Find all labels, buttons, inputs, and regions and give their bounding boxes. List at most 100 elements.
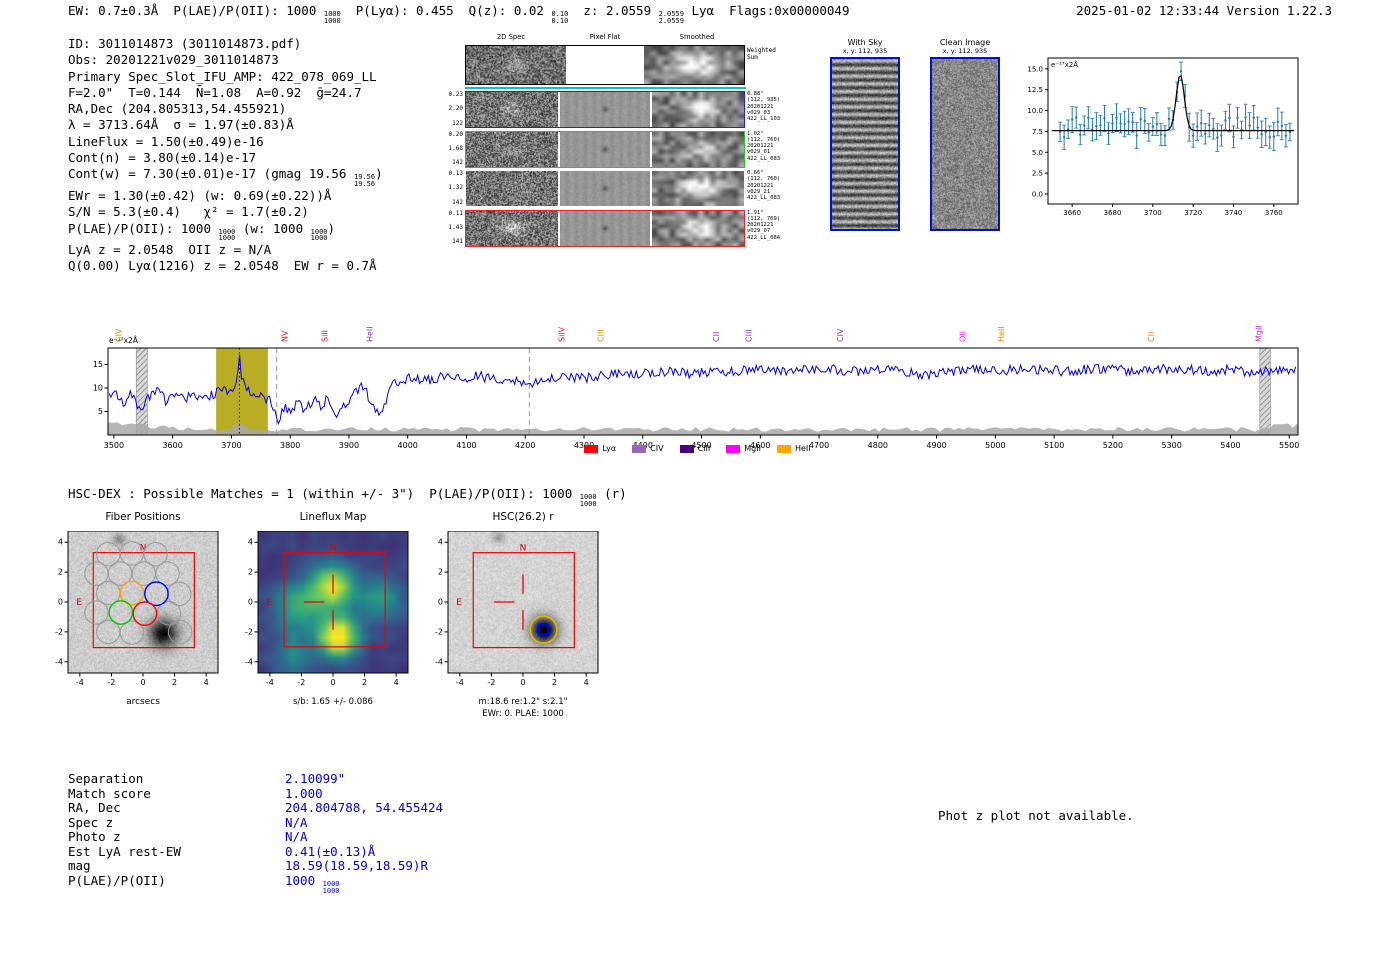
spectral-line-label: CII xyxy=(712,332,721,342)
legend-swatch xyxy=(776,444,791,453)
hsc-cutout-panel: -4 -4 -2 -2 0 0 2 2 4 4 N E xyxy=(426,531,616,706)
stacked-fraction: 1000 1000 xyxy=(310,227,328,243)
match-table-label: RA, Dec xyxy=(68,800,121,816)
spectral-line-label: CIII xyxy=(745,329,754,342)
column-label-pixelflat: Pixel Flat xyxy=(589,33,621,41)
compass-east-label: E xyxy=(456,598,462,608)
legend-swatch xyxy=(584,444,599,453)
svg-text:-2: -2 xyxy=(245,627,253,636)
svg-text:2: 2 xyxy=(58,568,63,577)
stacked-fraction: 19.56 19.56 xyxy=(353,173,376,189)
match-table-label: Est LyA rest-EW xyxy=(68,843,181,859)
clean-image xyxy=(932,59,998,229)
spectral-line-label: HeII xyxy=(366,326,375,342)
fiber-xlabel: arcsecs xyxy=(126,697,160,707)
info-line: Obs: 20201221v029_3011014873 xyxy=(68,52,279,68)
fiber-cutout-row: 0.23 2.20 122 0.88" (112, 935) 20201221 v029_0… xyxy=(449,91,780,128)
svg-text:e⁻¹⁷x2Å: e⁻¹⁷x2Å xyxy=(1051,60,1078,69)
info-line: Cont(w) = 7.30(±0.01)e-17 (gmag 19.56 19… xyxy=(68,166,383,189)
info-line: S/N = 5.3(±0.4) χ² = 1.7(±0.2) xyxy=(68,204,309,220)
spectral-line-label: CIV xyxy=(836,328,845,342)
match-table-value: 204.804788, 54.455424 xyxy=(285,800,444,816)
row-annotation: 0.66" (112, 760) 20201221 v029_21 422_LL_083 xyxy=(747,170,781,202)
info-line: LyA z = 2.0548 OII z = N/A xyxy=(68,242,272,258)
smoothed-image xyxy=(652,131,744,167)
match-table-label: P(LAE)/P(OII) xyxy=(68,872,166,888)
legend-item: CIII xyxy=(679,444,710,453)
stacked-fraction: 1000 1000 xyxy=(579,493,597,508)
svg-text:12.5: 12.5 xyxy=(1027,86,1043,94)
svg-text:4: 4 xyxy=(204,678,209,687)
svg-text:4: 4 xyxy=(248,538,253,547)
info-line: Q(0.00) Lyα(1216) z = 2.0548 EW r = 0.7Å xyxy=(68,258,377,274)
spectral-line-label: CIII xyxy=(597,329,606,342)
full-spectrum-chart: 3500360037003800390040004100420043004400… xyxy=(93,325,1300,450)
row-scale-labels: 0.11 1.43 141 xyxy=(448,209,463,245)
svg-text:3760: 3760 xyxy=(1265,209,1283,217)
svg-text:4: 4 xyxy=(394,678,399,687)
spectral-line-label: HeII xyxy=(997,326,1006,342)
svg-text:-2: -2 xyxy=(107,678,115,687)
match-table-row: P(LAE)/P(OII) 1000 1000 1000 xyxy=(68,872,443,895)
match-table-value: 0.41(±0.13)Å xyxy=(285,843,376,859)
twod-spec-image xyxy=(466,131,558,167)
pixel-flat-image xyxy=(560,131,650,167)
legend-label: Lyα xyxy=(602,444,617,453)
svg-text:2: 2 xyxy=(248,568,253,577)
stacked-fraction: 1000 1000 xyxy=(218,227,236,243)
pixel-flat-image xyxy=(560,210,650,246)
svg-text:0: 0 xyxy=(330,678,335,687)
row-scale-labels: 0.13 1.32 142 xyxy=(448,170,463,206)
with-sky-image xyxy=(832,59,898,229)
legend-label: CIV xyxy=(650,444,664,453)
svg-text:15.0: 15.0 xyxy=(1027,65,1043,73)
with-sky-panel: With Sky x, y: 112, 935 xyxy=(830,38,900,231)
legend-item: MgII xyxy=(726,444,761,453)
svg-text:2.5: 2.5 xyxy=(1032,170,1043,178)
match-table-label: Spec z xyxy=(68,814,114,830)
fiber-positions-overlay: -4-4-2-2002244NE xyxy=(55,531,219,687)
hsc-cutout-overlay: -4 -4 -2 -2 0 0 2 2 4 4 N E xyxy=(435,531,599,687)
match-table-value: 1.000 xyxy=(285,785,323,801)
fiber-cutout-row: 0.13 1.32 142 0.66" (112, 760) 20201221 v029_2… xyxy=(449,170,780,207)
svg-text:0: 0 xyxy=(58,598,63,607)
header-summary: EW: 0.7±0.3Å P(LAE)/P(OII): 1000 1000 100… xyxy=(68,3,850,25)
compass-east-label: E xyxy=(266,598,272,608)
smoothed-image xyxy=(652,92,744,127)
legend-label: MgII xyxy=(744,444,761,453)
legend-item: Lyα xyxy=(584,444,616,453)
svg-text:4: 4 xyxy=(58,538,63,547)
svg-text:-4: -4 xyxy=(76,678,84,687)
match-table-label: mag xyxy=(68,858,91,874)
clean-image-coords: x, y: 112, 935 xyxy=(942,47,988,55)
info-line: LineFlux = 1.50(±0.49)e-16 xyxy=(68,133,264,149)
compass-north-label: N xyxy=(520,543,527,553)
row-scale-labels: 0.23 2.20 122 xyxy=(448,91,463,127)
spectral-line-label: SiIV xyxy=(558,326,567,342)
match-table-label: Match score xyxy=(68,785,151,801)
svg-text:0.0: 0.0 xyxy=(1032,190,1043,198)
match-marker-box xyxy=(537,623,550,636)
legend-swatch xyxy=(632,444,647,453)
match-table-row: RA, Dec 204.804788, 54.455424 xyxy=(68,800,444,816)
svg-text:2: 2 xyxy=(552,678,557,687)
clean-image-frame xyxy=(930,57,1000,231)
svg-text:3720: 3720 xyxy=(1184,209,1202,217)
info-line: EWr = 1.30(±0.42) (w: 0.69(±0.22))Å xyxy=(68,187,332,203)
spectral-line-label: OII xyxy=(958,331,967,342)
weighted-2dspec-image xyxy=(466,46,566,84)
match-table-label: Photo z xyxy=(68,829,121,845)
svg-text:0: 0 xyxy=(248,598,253,607)
spectral-line-label: CIV xyxy=(115,328,124,342)
pixel-flat-image xyxy=(560,171,650,206)
with-sky-coords: x, y: 112, 935 xyxy=(842,47,888,55)
twod-spec-image xyxy=(466,92,558,127)
svg-text:e⁻¹⁷x2Å: e⁻¹⁷x2Å xyxy=(109,336,139,345)
weighted-sum-label: Weighted Sum xyxy=(747,47,776,61)
fiber-circle xyxy=(167,619,193,645)
spectral-line-label: NV xyxy=(280,330,289,342)
svg-text:3700: 3700 xyxy=(1144,209,1162,217)
svg-text:3660: 3660 xyxy=(1063,209,1081,217)
svg-text:5.0: 5.0 xyxy=(1032,149,1043,157)
spectral-line-label: SiII xyxy=(320,330,329,342)
